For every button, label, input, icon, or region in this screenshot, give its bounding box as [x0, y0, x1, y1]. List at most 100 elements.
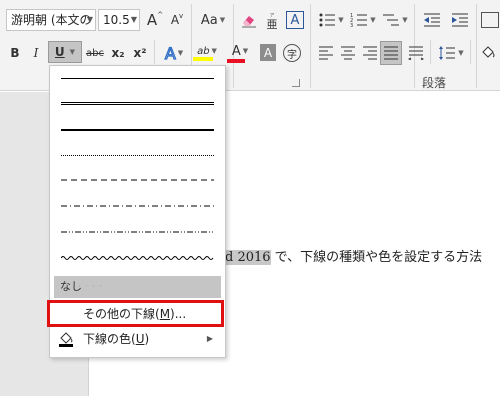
callout-highlight-box	[47, 300, 224, 327]
paragraph-group-label: 段落	[422, 76, 447, 90]
shading-button[interactable]	[476, 42, 500, 64]
font-name-dropdown-icon[interactable]: ▼	[87, 10, 93, 30]
underline-single-option[interactable]	[56, 67, 219, 91]
ribbon-separator	[430, 40, 431, 64]
strikethrough-icon: abc	[86, 47, 104, 59]
align-left-button[interactable]	[316, 42, 336, 64]
font-name-value: 游明朝 (本文の	[11, 13, 92, 27]
ribbon-separator	[470, 40, 471, 64]
underline-dash-dot-option[interactable]	[56, 196, 219, 220]
font-size-combobox[interactable]: 10.5 ▼	[98, 9, 140, 31]
multilevel-list-button[interactable]: ▼	[380, 9, 410, 31]
body-text[interactable]: で、下線の種類や色を設定する方法	[271, 250, 483, 265]
superscript-button[interactable]: x²	[130, 42, 150, 64]
font-color-swatch	[227, 58, 245, 63]
svg-text:3: 3	[350, 23, 353, 28]
align-right-icon	[363, 46, 377, 60]
strikethrough-button[interactable]: abc	[84, 42, 106, 64]
underline-thick-option[interactable]	[56, 118, 219, 142]
underline-color-menu-item[interactable]: 下線の色(U) ▶	[54, 328, 221, 350]
distributed-icon	[408, 46, 424, 60]
underline-dash-dot-dot-sample	[61, 231, 214, 233]
enclose-characters-icon: 字	[283, 44, 301, 62]
underline-double-option[interactable]	[56, 92, 219, 116]
asian-layout-button[interactable]	[480, 9, 500, 31]
subscript-icon: x₂	[111, 46, 125, 60]
shrink-font-icon: A	[170, 13, 180, 27]
justify-button[interactable]	[380, 41, 402, 65]
underline-thick-sample	[61, 129, 214, 131]
highlight-color-swatch	[193, 56, 213, 61]
font-color-icon: A	[231, 43, 241, 59]
underline-dashed-sample	[61, 179, 214, 181]
character-border-button[interactable]: A	[285, 9, 305, 31]
text-effects-icon: A	[164, 43, 176, 63]
underline-single-sample	[61, 78, 214, 79]
character-shading-icon: A	[263, 45, 273, 60]
highlight-color-button[interactable]: ab ▼	[192, 42, 222, 64]
italic-icon: I	[33, 46, 39, 60]
phonetic-guide-button[interactable]: ア 亜	[261, 9, 283, 31]
multilevel-list-icon	[383, 14, 400, 26]
superscript-icon: x²	[133, 46, 147, 60]
underline-icon: U	[54, 45, 65, 59]
svg-text:亜: 亜	[267, 18, 278, 29]
font-size-value: 10.5	[103, 13, 130, 27]
underline-wavy-sample	[61, 256, 214, 260]
numbering-button[interactable]: 1 2 3 ▼	[348, 9, 378, 31]
underline-color-label: 下線の色(U)	[83, 328, 149, 350]
bold-icon: B	[10, 46, 20, 60]
shrink-font-button[interactable]: Av	[168, 9, 186, 31]
align-center-button[interactable]	[338, 42, 358, 64]
line-spacing-icon	[439, 46, 456, 60]
decrease-indent-icon	[424, 13, 440, 27]
font-name-combobox[interactable]: 游明朝 (本文の ▼	[6, 9, 96, 31]
enclose-characters-button[interactable]: 字	[282, 42, 302, 64]
underline-color-icon	[59, 332, 73, 347]
asian-layout-icon	[481, 12, 499, 28]
font-dialog-launcher[interactable]	[292, 79, 300, 87]
document-text[interactable]: d 2016 で、下線の種類や色を設定する方法	[225, 246, 482, 265]
ribbon-separator	[310, 4, 311, 88]
underline-wavy-option[interactable]	[56, 248, 219, 272]
underline-double-sample	[61, 102, 214, 105]
character-border-icon: A	[286, 11, 304, 29]
paint-bucket-icon	[482, 46, 495, 58]
highlighter-icon: ab	[197, 45, 210, 57]
grow-font-icon: A	[146, 11, 158, 29]
line-spacing-button[interactable]: ▼	[436, 42, 466, 64]
selected-text[interactable]: d 2016	[225, 250, 271, 265]
underline-dashed-option[interactable]	[56, 170, 219, 194]
numbering-icon: 1 2 3	[350, 13, 368, 28]
underline-color-label-text: 下線の色(	[83, 332, 136, 346]
bullets-button[interactable]: ▼	[316, 9, 346, 31]
change-case-icon: Aa	[200, 12, 218, 28]
underline-dotted-option[interactable]	[56, 144, 219, 168]
menu-resize-grip[interactable]: · · · ·	[78, 282, 103, 291]
underline-color-label-end: )	[144, 332, 150, 346]
underline-dash-dot-dot-option[interactable]	[56, 222, 219, 246]
bullets-icon	[319, 13, 336, 27]
eraser-icon	[242, 16, 256, 28]
decrease-indent-button[interactable]	[420, 9, 444, 31]
underline-dash-dot-sample	[61, 205, 214, 207]
underline-button[interactable]: U ▼	[48, 41, 82, 63]
increase-indent-icon	[452, 13, 468, 27]
bold-button[interactable]: B	[6, 42, 24, 64]
align-right-button[interactable]	[360, 42, 380, 64]
increase-indent-button[interactable]	[448, 9, 472, 31]
align-center-icon	[341, 46, 355, 60]
align-left-icon	[319, 46, 333, 60]
grow-font-button[interactable]: A ^	[146, 9, 164, 31]
change-case-button[interactable]: Aa ▼	[198, 9, 228, 31]
distributed-button[interactable]	[406, 42, 426, 64]
subscript-button[interactable]: x₂	[108, 42, 128, 64]
underline-dropdown-icon[interactable]: ▼	[70, 48, 75, 56]
text-effects-button[interactable]: A ▼	[160, 42, 188, 64]
font-color-button[interactable]: A ▼	[226, 42, 254, 64]
underline-dotted-sample	[61, 155, 214, 156]
clear-formatting-button[interactable]	[238, 9, 260, 31]
italic-button[interactable]: I	[27, 42, 45, 64]
font-size-dropdown-icon[interactable]: ▼	[131, 10, 137, 30]
character-shading-button[interactable]: A	[260, 44, 276, 61]
